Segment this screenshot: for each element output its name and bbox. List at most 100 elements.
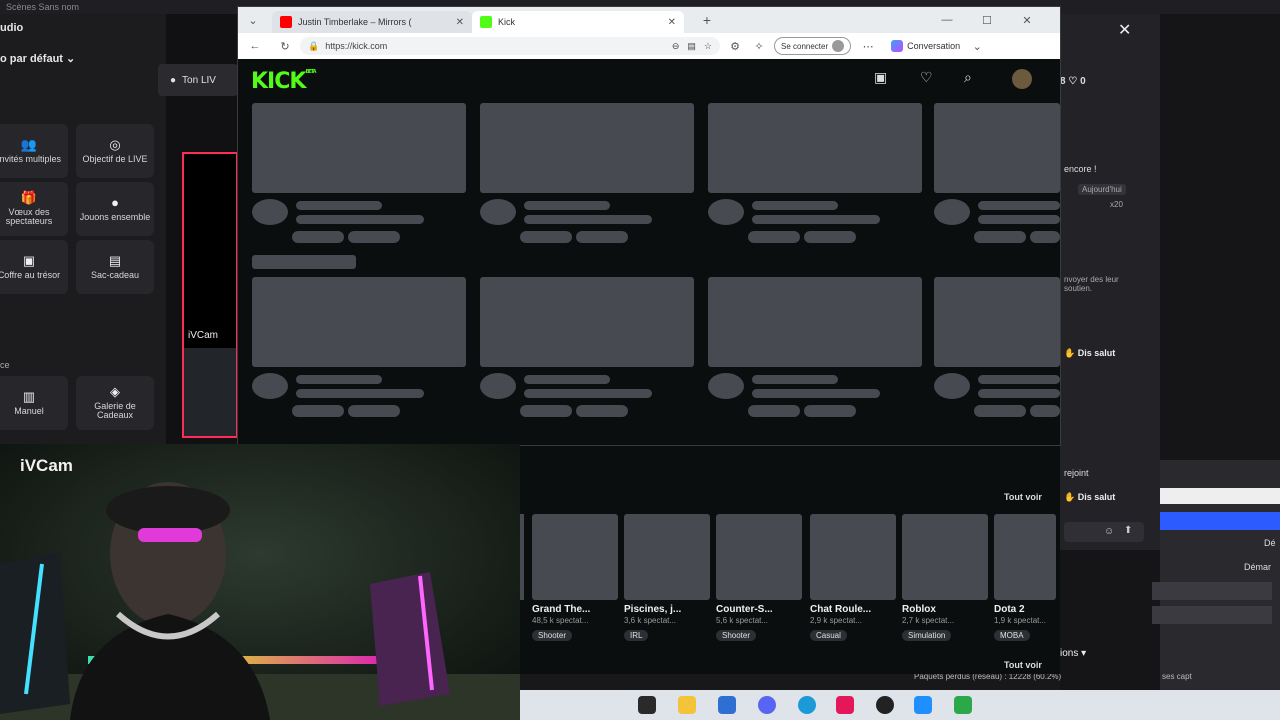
close-tab-icon[interactable]: ✕ bbox=[456, 17, 464, 28]
tab-kick[interactable]: Kick ✕ bbox=[472, 11, 684, 33]
windows-taskbar bbox=[520, 690, 1280, 720]
signin-button[interactable]: Se connecter bbox=[774, 37, 852, 55]
chevron-down-icon[interactable]: ⌄ bbox=[968, 40, 986, 53]
zoom-icon[interactable]: ⊖ bbox=[672, 41, 680, 52]
tile-manual[interactable]: ▥ Manuel bbox=[0, 376, 68, 430]
see-all-link[interactable]: Tout voir bbox=[1004, 660, 1042, 670]
settings-row bbox=[1152, 606, 1272, 624]
tile-multi-guest[interactable]: 👥 Invités multiples bbox=[0, 124, 68, 178]
tab-bar: ⌄ Justin Timberlake – Mirrors ( ✕ Kick ✕… bbox=[238, 7, 1060, 33]
category-card[interactable]: Counter-S... 5,6 k spectat... Shooter bbox=[716, 514, 802, 643]
say-hi-button-2[interactable]: ✋ Dis salut bbox=[1064, 492, 1115, 503]
close-tab-icon[interactable]: ✕ bbox=[668, 17, 676, 28]
category-card[interactable]: Piscines, j... 3,6 k spectat... IRL bbox=[624, 514, 710, 643]
tile-gift-gallery[interactable]: ◈ Galerie de Cadeaux bbox=[76, 376, 154, 430]
tag-skeleton bbox=[1030, 231, 1060, 243]
category-tag[interactable]: Shooter bbox=[532, 630, 573, 641]
scene-button[interactable]: ● Ton LIV bbox=[158, 64, 238, 96]
reader-icon[interactable]: ▤ bbox=[687, 41, 696, 52]
avatar-icon[interactable] bbox=[1012, 69, 1032, 89]
options-dropdown[interactable]: ions ▾ bbox=[1060, 648, 1086, 659]
stream-thumbnail-skeleton bbox=[708, 277, 922, 367]
text-skeleton bbox=[296, 201, 382, 210]
back-icon[interactable]: ← bbox=[246, 40, 264, 52]
category-card[interactable]: Grand The... 48,5 k spectat... Shooter bbox=[532, 514, 618, 643]
close-window-icon[interactable]: ✕ bbox=[1018, 14, 1036, 27]
tv-icon[interactable]: ▣ bbox=[874, 69, 887, 86]
say-hi-button[interactable]: ✋ Dis salut bbox=[1064, 348, 1115, 359]
stats-counter: 8 ♡ 0 bbox=[1060, 76, 1086, 87]
tab-youtube[interactable]: Justin Timberlake – Mirrors ( ✕ bbox=[272, 11, 472, 33]
avatar-skeleton bbox=[252, 373, 288, 399]
close-icon[interactable]: ✕ bbox=[1118, 20, 1131, 40]
category-card[interactable]: Chat Roule... 2,9 k spectat... Casual bbox=[810, 514, 896, 643]
more-icon[interactable]: ⋯ bbox=[859, 40, 877, 53]
extensions-icon[interactable]: ⚙ bbox=[726, 40, 744, 53]
emoji-icon[interactable]: ☺ bbox=[1104, 526, 1114, 537]
tag-skeleton bbox=[804, 405, 856, 417]
store-icon[interactable] bbox=[718, 696, 736, 714]
heart-icon[interactable]: ♡ bbox=[920, 69, 933, 86]
kick-page: KICKBETA ▣ ♡ ⌕ ➤ bbox=[238, 59, 1060, 445]
tile-live-goal[interactable]: ◎ Objectif de LIVE bbox=[76, 124, 154, 178]
category-thumbnail bbox=[994, 514, 1056, 600]
vpn-icon[interactable] bbox=[954, 696, 972, 714]
settings-field[interactable] bbox=[1160, 488, 1280, 504]
category-tag[interactable]: Casual bbox=[810, 630, 847, 641]
minimize-icon[interactable]: — bbox=[938, 14, 956, 26]
search-icon[interactable]: ⌕ bbox=[964, 69, 972, 86]
kick-logo[interactable]: KICKBETA bbox=[251, 69, 317, 94]
tag-skeleton bbox=[1030, 405, 1060, 417]
tag-skeleton bbox=[520, 231, 572, 243]
collections-icon[interactable]: ✧ bbox=[750, 40, 768, 53]
avatar-skeleton bbox=[934, 199, 970, 225]
tag-skeleton bbox=[748, 231, 800, 243]
category-thumbnail bbox=[624, 514, 710, 600]
copilot-icon bbox=[891, 40, 904, 52]
tile-play-together[interactable]: ● Jouons ensemble bbox=[76, 182, 154, 236]
send-icon[interactable]: ⬆ bbox=[1124, 525, 1132, 536]
users-icon: 👥 bbox=[20, 136, 38, 152]
category-card[interactable]: Dota 2 1,9 k spectat... MOBA bbox=[994, 514, 1056, 643]
category-thumbnail bbox=[532, 514, 618, 600]
address-bar[interactable]: 🔒 https://kick.com ⊖ ▤ ☆ bbox=[300, 37, 720, 55]
discord-icon[interactable] bbox=[758, 696, 776, 714]
category-card[interactable]: Roblox 2,7 k spectat... Simulation bbox=[902, 514, 988, 643]
category-tag[interactable]: Simulation bbox=[902, 630, 952, 641]
text-skeleton bbox=[752, 375, 838, 384]
chest-icon: ▣ bbox=[22, 252, 36, 268]
stream-thumbnail-skeleton bbox=[934, 277, 1060, 367]
file-explorer-icon[interactable] bbox=[678, 696, 696, 714]
webcam-feed: iVCam bbox=[0, 444, 520, 720]
category-tag[interactable]: MOBA bbox=[994, 630, 1030, 641]
preview-thumbnail bbox=[184, 348, 236, 436]
joined-label: rejoint bbox=[1064, 468, 1089, 478]
tile-gift-bag[interactable]: ▤ Sac-cadeau bbox=[76, 240, 154, 294]
maximize-icon[interactable]: ☐ bbox=[978, 14, 996, 27]
see-all-link[interactable]: Tout voir bbox=[1004, 492, 1042, 502]
category-tag[interactable]: IRL bbox=[624, 630, 649, 641]
book-icon: ▥ bbox=[22, 388, 36, 404]
joystick-icon: ● bbox=[111, 194, 119, 210]
obs-icon[interactable] bbox=[876, 696, 894, 714]
category-tag[interactable]: Shooter bbox=[716, 630, 757, 641]
scene-preview: iVCam bbox=[182, 152, 238, 438]
tiktok-icon[interactable] bbox=[836, 696, 854, 714]
chat-input[interactable]: ☺ ⬆ bbox=[1064, 522, 1144, 542]
ivcam-icon[interactable] bbox=[914, 696, 932, 714]
refresh-icon[interactable]: ↻ bbox=[276, 40, 294, 53]
edge-icon[interactable] bbox=[798, 696, 816, 714]
task-view-icon[interactable] bbox=[638, 696, 656, 714]
blue-highlight-bar bbox=[1160, 512, 1280, 530]
copilot-button[interactable]: Conversation bbox=[891, 40, 960, 52]
tile-treasure-chest[interactable]: ▣ Coffre au trésor bbox=[0, 240, 68, 294]
audio-dropdown[interactable]: o par défaut ⌄ bbox=[0, 52, 75, 65]
text-skeleton bbox=[524, 389, 652, 398]
tab-list-icon[interactable]: ⌄ bbox=[244, 14, 262, 27]
studio-label: udio bbox=[0, 22, 24, 34]
tag-skeleton bbox=[520, 405, 572, 417]
caret-down-icon: ▾ bbox=[1081, 648, 1087, 659]
favorite-icon[interactable]: ☆ bbox=[704, 41, 712, 52]
tile-viewer-wishes[interactable]: 🎁 Vœux des spectateurs bbox=[0, 182, 68, 236]
new-tab-icon[interactable]: + bbox=[698, 12, 716, 28]
